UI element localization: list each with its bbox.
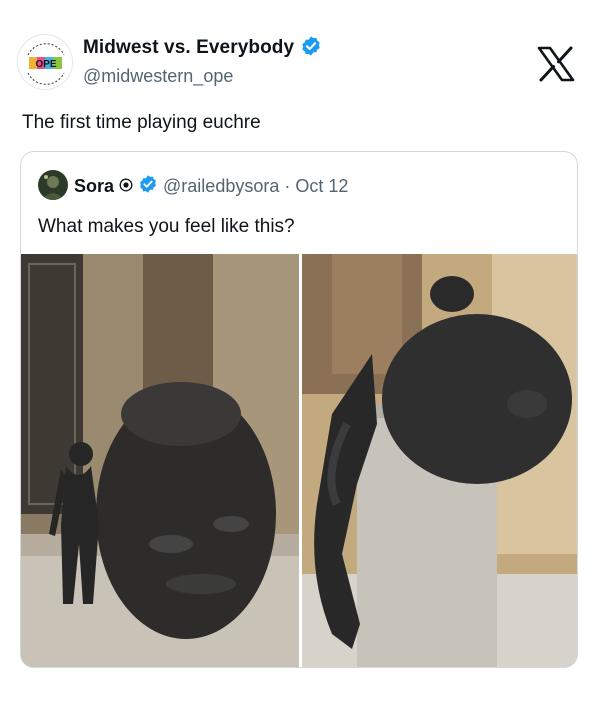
sculpture-photo-right[interactable] [302, 254, 577, 667]
author-avatar[interactable]: OPE [17, 34, 73, 90]
x-logo-icon[interactable] [536, 46, 576, 82]
svg-text:OPE: OPE [35, 59, 56, 70]
registered-icon [119, 176, 133, 197]
quoted-text: What makes you feel like this? [38, 216, 295, 237]
quoted-author-row: Sora @railedbysora · Oct 12 [74, 174, 348, 198]
quoted-author-avatar[interactable] [38, 170, 68, 200]
quoted-date[interactable]: Oct 12 [295, 176, 348, 197]
separator-dot: · [284, 175, 291, 196]
verified-badge-icon [300, 35, 322, 62]
author-handle[interactable]: @midwestern_ope [83, 66, 233, 87]
quoted-tweet-card[interactable]: Sora @railedbysora · Oct 12 What makes y… [20, 151, 578, 668]
tweet-text: The first time playing euchre [22, 112, 261, 133]
sculpture-photo-left[interactable] [21, 254, 299, 667]
quoted-display-name[interactable]: Sora [74, 176, 114, 197]
author-display-name[interactable]: Midwest vs. Everybody [83, 37, 294, 59]
quoted-handle[interactable]: @railedbysora [163, 176, 279, 197]
author-name-row: Midwest vs. Everybody [83, 35, 322, 62]
verified-badge-icon [138, 174, 158, 199]
